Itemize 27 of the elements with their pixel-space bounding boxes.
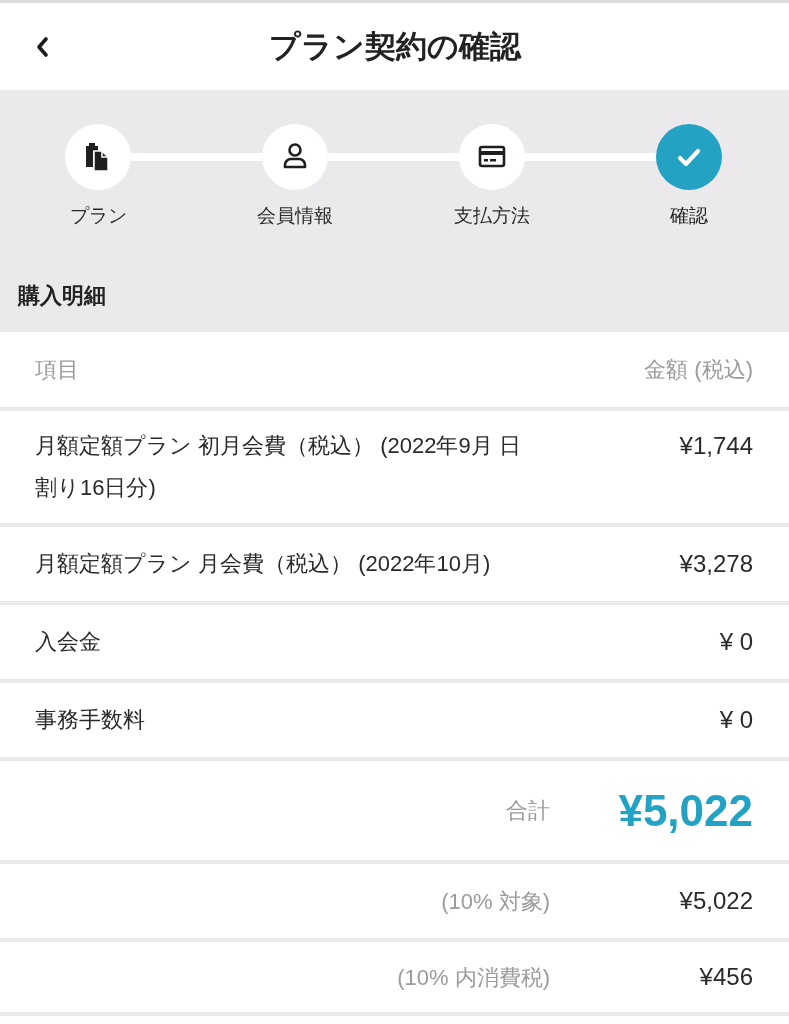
amount-cell-text: ¥ 0 [719,627,753,657]
chevron-left-icon [35,35,49,58]
tax-amount: ¥456 [698,962,753,992]
item-cell-text: 事務手数料 [35,706,146,734]
column-header: 金額 (税込) [644,356,753,384]
tax-label: (10% 内消費税) [397,963,550,992]
step-label: 確認 [670,204,708,228]
documents-icon[interactable] [65,124,131,190]
section-title: 購入明細 [18,282,106,310]
tax-label: (10% 対象) [441,887,550,916]
total-amount: ¥5,022 [617,784,753,837]
amount-cell-text: ¥3,278 [679,549,753,579]
person-icon[interactable] [262,124,328,190]
credit-card-icon[interactable] [459,124,525,190]
column-header: 項目 [35,356,79,384]
step-label: 会員情報 [257,204,333,228]
step-label: プラン [69,204,127,228]
total-label: 合計 [506,797,550,825]
tax-amount: ¥5,022 [678,886,753,916]
page-title: プラン契約の確認 [268,27,521,66]
amount-cell-text: ¥1,744 [679,431,753,461]
item-cell-text: 入会金 [35,628,102,656]
step-label: 支払方法 [454,204,530,228]
amount-cell-text: ¥ 0 [719,705,753,735]
checkmark-icon[interactable] [656,124,722,190]
item-cell-text: 月額定額プラン 月会費（税込） (2022年10月) [35,550,492,578]
item-cell-text: 月額定額プラン 初月会費（税込） (2022年9月 日割り16日分) [35,432,522,502]
